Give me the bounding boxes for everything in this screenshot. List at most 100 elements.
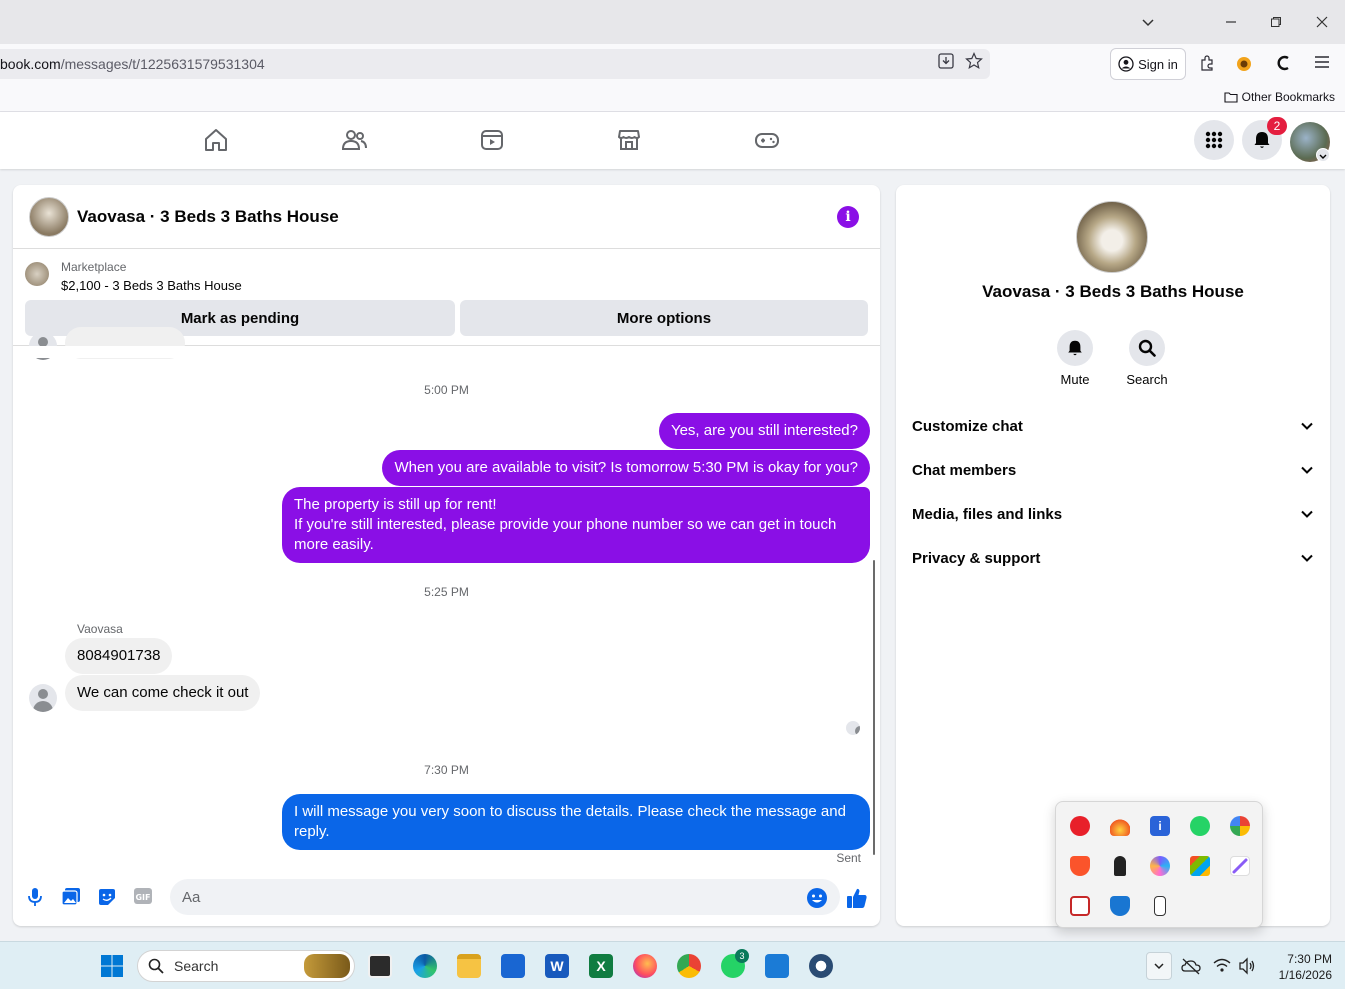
pdf-app-icon[interactable]: [1070, 896, 1090, 916]
address-bar[interactable]: book.com/messages/t/1225631579531304: [0, 49, 990, 79]
microphone-icon[interactable]: [24, 887, 46, 909]
chat-members-section[interactable]: Chat members: [912, 448, 1314, 492]
copilot-icon[interactable]: [1150, 856, 1170, 876]
usb-drive-icon[interactable]: [1154, 896, 1166, 916]
search-label: Search: [1126, 372, 1168, 387]
chrome-icon[interactable]: [677, 954, 701, 978]
download-page-icon[interactable]: [937, 52, 955, 70]
info-icon[interactable]: i: [837, 206, 859, 228]
bookmark-star-icon[interactable]: [965, 52, 983, 70]
more-options-button[interactable]: More options: [460, 300, 868, 336]
onedrive-offline-icon[interactable]: [1181, 957, 1201, 975]
whatsapp-tray-icon[interactable]: [1190, 816, 1210, 836]
extensions-puzzle-icon[interactable]: [1196, 54, 1218, 76]
search-highlight-image: [304, 954, 350, 978]
task-view-icon[interactable]: [368, 954, 392, 978]
section-label: Media, files and links: [912, 505, 1063, 523]
svg-text:GIF: GIF: [135, 893, 150, 902]
friends-icon[interactable]: [340, 126, 368, 154]
thumbs-up-icon[interactable]: [846, 887, 868, 909]
search-icon: [148, 958, 164, 974]
browser-titlebar: [0, 0, 1345, 44]
seen-by-avatar: [846, 721, 860, 735]
timestamp: 5:00 PM: [424, 383, 469, 397]
c-extension-icon[interactable]: [1273, 54, 1295, 76]
url-path: /messages/t/1225631579531304: [60, 56, 265, 72]
media-files-links-section[interactable]: Media, files and links: [912, 492, 1314, 536]
color-app-icon[interactable]: [1230, 816, 1250, 836]
chevron-down-icon: [1301, 422, 1313, 430]
privacy-support-section[interactable]: Privacy & support: [912, 536, 1314, 580]
menu-grid-button[interactable]: [1194, 120, 1234, 160]
message-bubble-outgoing[interactable]: The property is still up for rent! If yo…: [282, 487, 870, 563]
search-icon: [1138, 339, 1156, 357]
chevron-down-icon: [1301, 554, 1313, 562]
info-app-icon[interactable]: i: [1150, 816, 1170, 836]
sign-in-label: Sign in: [1138, 56, 1178, 72]
minimize-button[interactable]: [1219, 10, 1243, 34]
account-icon: [1118, 56, 1134, 72]
video-icon[interactable]: [478, 126, 506, 154]
conversation-title[interactable]: Vaovasa · 3 Beds 3 Baths House: [77, 207, 339, 227]
file-explorer-icon[interactable]: [457, 954, 481, 978]
section-label: Privacy & support: [912, 549, 1041, 567]
sign-in-button[interactable]: Sign in: [1110, 48, 1186, 80]
conversation-avatar[interactable]: [29, 197, 69, 237]
word-icon[interactable]: W: [545, 954, 569, 978]
restore-button[interactable]: [1264, 10, 1288, 34]
volume-icon[interactable]: [1238, 957, 1256, 975]
gif-icon[interactable]: GIF: [132, 887, 154, 909]
tower-app-icon[interactable]: [1114, 856, 1126, 876]
message-bubble-outgoing[interactable]: I will message you very soon to discuss …: [282, 794, 870, 850]
wifi-icon[interactable]: [1213, 957, 1231, 975]
mute-label: Mute: [1060, 372, 1090, 387]
message-input[interactable]: [170, 879, 840, 915]
other-bookmarks-label: Other Bookmarks: [1241, 90, 1335, 104]
photo-icon[interactable]: [60, 887, 82, 909]
message-bubble-incoming[interactable]: We can come check it out: [65, 675, 261, 711]
mute-button[interactable]: Mute: [1035, 330, 1115, 387]
security-shield-icon[interactable]: [1110, 896, 1130, 916]
taskbar-search[interactable]: Search: [137, 950, 355, 982]
system-clock[interactable]: 7:30 PM 1/16/2026: [1268, 951, 1332, 983]
chevron-down-icon: [1301, 466, 1313, 474]
media-player-icon[interactable]: [809, 954, 833, 978]
scrollbar[interactable]: [873, 560, 875, 855]
marketplace-listing[interactable]: Marketplace $2,100 - 3 Beds 3 Baths Hous…: [13, 250, 880, 298]
marketplace-icon[interactable]: [615, 126, 643, 154]
customize-chat-section[interactable]: Customize chat: [912, 404, 1314, 448]
timestamp: 5:25 PM: [424, 585, 469, 599]
excel-icon[interactable]: X: [589, 954, 613, 978]
firefox-icon[interactable]: [633, 954, 657, 978]
menu-hamburger-icon[interactable]: [1311, 54, 1333, 76]
windows-app-icon[interactable]: [1190, 856, 1210, 876]
tab-list-chevron-icon[interactable]: [1136, 10, 1160, 34]
account-chevron-icon[interactable]: [1316, 148, 1330, 162]
emoji-icon[interactable]: [806, 887, 828, 909]
brave-icon[interactable]: [1070, 856, 1090, 876]
microsoft-store-icon[interactable]: [501, 954, 525, 978]
other-bookmarks-folder[interactable]: Other Bookmarks: [1224, 90, 1335, 104]
notepad-icon[interactable]: [765, 954, 789, 978]
timestamp: 7:30 PM: [424, 763, 469, 777]
sticker-icon[interactable]: [96, 887, 118, 909]
pen-app-icon[interactable]: [1230, 856, 1250, 876]
home-icon[interactable]: [202, 126, 230, 154]
start-windows-icon[interactable]: [100, 954, 124, 978]
expressvpn-icon[interactable]: [1070, 816, 1090, 836]
message-bubble-outgoing[interactable]: Yes, are you still interested?: [658, 413, 870, 449]
contact-avatar[interactable]: [1076, 201, 1148, 273]
bell-icon: [1068, 340, 1082, 356]
honey-extension-icon[interactable]: [1233, 54, 1255, 76]
flame-app-icon[interactable]: [1110, 816, 1130, 836]
close-window-button[interactable]: [1310, 10, 1334, 34]
message-bubble-outgoing[interactable]: When you are available to visit? Is tomo…: [382, 450, 870, 486]
listing-thumbnail: [25, 262, 49, 286]
gaming-icon[interactable]: [753, 126, 781, 154]
folder-icon: [1224, 92, 1238, 103]
section-label: Chat members: [912, 461, 1017, 479]
edge-icon[interactable]: [413, 954, 437, 978]
message-bubble-incoming[interactable]: 8084901738: [65, 638, 173, 674]
show-hidden-icons-chevron-icon[interactable]: [1146, 952, 1172, 980]
search-conversation-button[interactable]: Search: [1107, 330, 1187, 387]
